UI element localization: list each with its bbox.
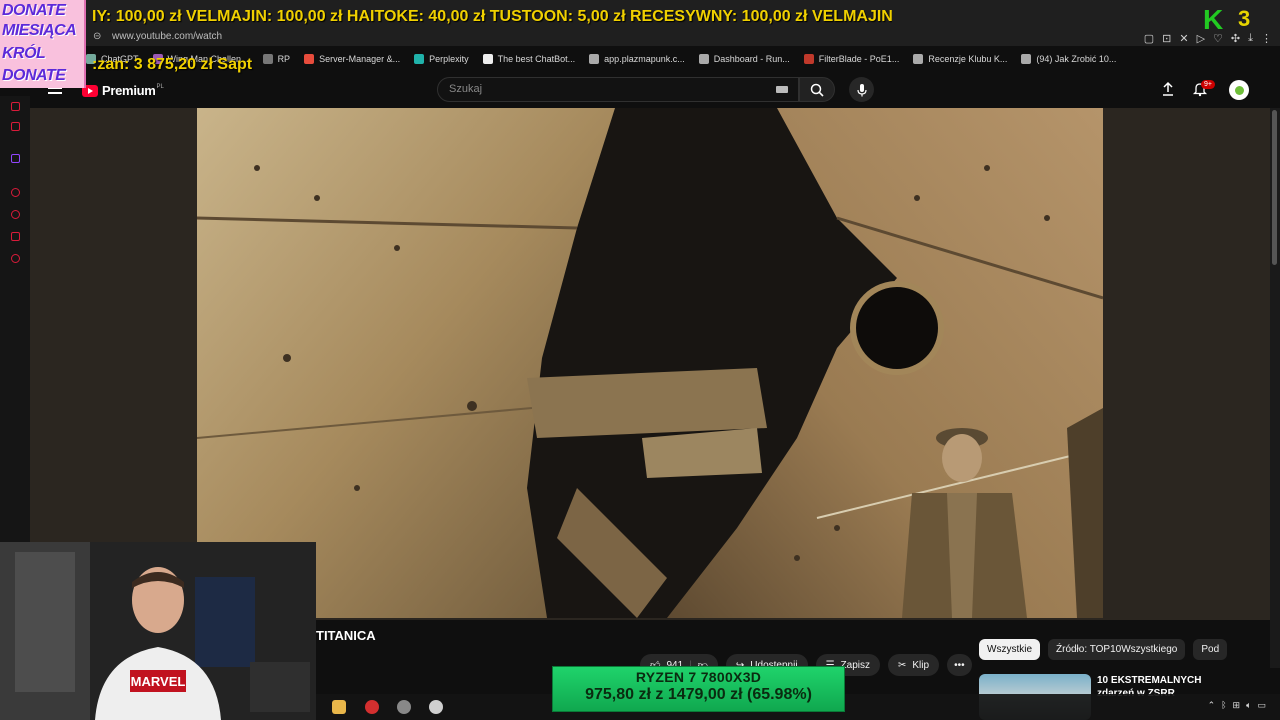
bookmark-label: app.plazmapunk.c... [604,54,685,64]
video-player[interactable] [197,108,1103,618]
search-icon [810,83,824,97]
bookmark-favicon-icon [482,54,493,64]
microphone-icon [856,83,867,96]
bookmark-favicon-icon [262,54,273,64]
clip-button[interactable]: ✂ Klip [887,654,940,676]
clock-icon[interactable] [11,210,20,219]
chip-all[interactable]: Wszystkie [979,639,1040,660]
donation-total: :zan: 3 875,20 zł Sapt [92,56,253,73]
video-title: TITANICA [316,628,376,643]
bookmark-item[interactable]: Dashboard - Run... [698,54,790,64]
notifications-icon[interactable]: ▭ [1257,700,1266,711]
kick-logo: K [1203,4,1224,35]
bookmark-favicon-icon [913,54,924,64]
file-explorer-icon[interactable] [332,700,346,714]
donate-line-1: DONATE [2,2,66,19]
bookmark-item[interactable]: Perplexity [414,54,469,64]
sidebar-icon-2[interactable] [11,122,20,131]
bookmark-label: The best ChatBot... [497,54,576,64]
bookmark-favicon-icon [698,54,709,64]
bookmark-icon[interactable]: ▢ [1144,32,1154,45]
bookmarks-bar: ChatGPT Wing Man Challen... RP Server-Manag… [86,50,1280,68]
bookmark-favicon-icon [304,54,315,64]
goal-progress: 975,80 zł z 1479,00 zł (65.98%) [585,686,812,703]
puzzle-icon[interactable]: ✣ [1231,32,1240,45]
bookmark-label: RP [277,54,291,64]
record-app-icon[interactable] [365,700,379,714]
donation-goal-widget: RYZEN 7 7800X3D 975,80 zł z 1479,00 zł (… [552,666,845,712]
bookmark-item[interactable]: Recenzje Klubu K... [913,54,1007,64]
chip-related[interactable]: Pod [1193,639,1228,660]
logo-region: PL [156,83,164,90]
donation-ticker: IY: 100,00 zł VELMAJIN: 100,00 zł HAITOK… [92,8,892,25]
scissors-icon: ✂ [897,659,907,671]
donate-of-month-panel: DONATE MIESIĄCA KRÓL DONATE [0,0,86,88]
bookmark-item[interactable]: (94) Jak Zrobić 10... [1021,54,1116,64]
site-info-icon[interactable]: ⊝ [93,31,101,42]
donate-line-2: MIESIĄCA [2,22,77,39]
bluetooth-icon[interactable]: ᛒ [1221,700,1226,711]
clip-label: Klip [912,659,930,671]
play-circle-icon[interactable] [11,188,20,197]
search-button[interactable] [799,77,835,102]
bookmark-label: (94) Jak Zrobić 10... [1036,54,1117,64]
bookmark-favicon-icon [414,54,425,64]
download-icon[interactable]: ⤓ [1248,32,1253,45]
bookmark-item[interactable]: RP [262,54,291,64]
search-input[interactable] [437,77,799,102]
bookmark-item[interactable]: The best ChatBot... [482,54,576,64]
notification-count-badge: 9+ [1201,80,1215,89]
bookmark-label: Dashboard - Run... [713,54,790,64]
screenshot-icon[interactable]: ⊡ [1162,32,1171,45]
bookmark-label: Perplexity [429,54,469,64]
bookmark-favicon-icon [803,54,814,64]
bookmark-item[interactable]: Server-Manager &... [304,54,400,64]
browser-icon[interactable] [429,700,443,714]
obs-icon[interactable] [397,700,411,714]
bookmark-label: Recenzje Klubu K... [928,54,1008,64]
bookmark-favicon-icon [1021,54,1032,64]
recommendation-filter-chips: Wszystkie Źródło: TOP10Wszystkiego Pod [979,639,1228,660]
menu-dots-icon[interactable]: ⋮ [1261,32,1272,45]
more-actions-button[interactable]: ••• [947,654,972,676]
streamer-webcam: MARVEL [0,542,316,720]
video-frame-titanic-hull [197,108,1103,618]
svg-text:MARVEL: MARVEL [131,674,186,689]
scrollbar-thumb[interactable] [1272,110,1277,265]
close-icon[interactable]: ✕ [1179,32,1188,45]
keyboard-icon[interactable] [776,86,788,93]
search-placeholder: Szukaj [449,83,483,95]
logo-text: Premium [102,83,156,98]
youtube-logo[interactable]: Premium PL [82,83,164,98]
volume-icon[interactable]: 🔈︎ [1246,700,1251,711]
upload-icon[interactable] [1160,81,1176,102]
bookmark-label: Server-Manager &... [319,54,401,64]
donate-line-3: KRÓL [2,45,46,62]
bookmark-label: FilterBlade - PoE1... [818,54,900,64]
avatar[interactable] [1229,80,1249,100]
twitch-icon[interactable] [11,154,20,163]
chevron-up-icon[interactable]: ⌃ [1208,700,1216,711]
network-icon[interactable]: ⊞ [1233,700,1241,711]
browser-sidebar [0,96,30,546]
sidebar-icon-1[interactable] [11,102,20,111]
bookmark-item[interactable]: app.plazmapunk.c... [589,54,685,64]
url-text[interactable]: www.youtube.com/watch [112,31,222,42]
chip-source[interactable]: Źródło: TOP10Wszystkiego [1048,639,1186,660]
chat-icon[interactable] [11,232,20,241]
donate-line-4: DONATE [2,67,66,84]
more-dots-icon: ••• [954,659,965,671]
voice-search-button[interactable] [849,77,874,102]
bookmark-item[interactable]: FilterBlade - PoE1... [803,54,900,64]
settings-gear-icon[interactable] [11,254,20,263]
system-tray: ⌃ ᛒ ⊞ 🔈︎ ▭ [1208,700,1266,711]
goal-title: RYZEN 7 7800X3D [635,669,762,685]
viewer-count: 3 [1238,6,1251,31]
bookmark-favicon-icon [589,54,600,64]
